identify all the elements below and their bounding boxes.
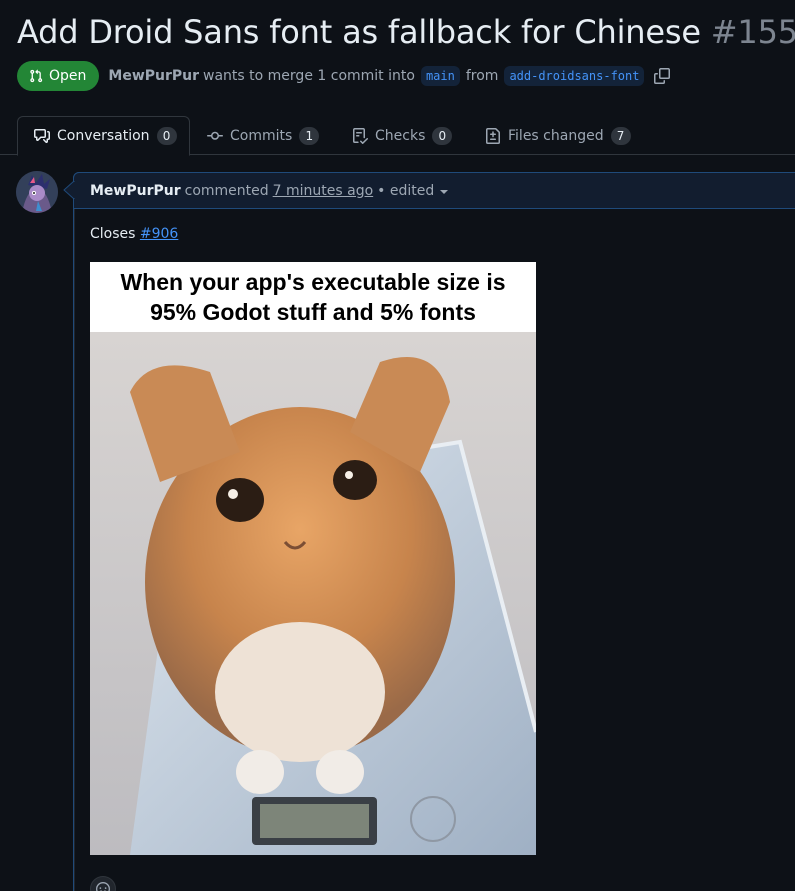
- smiley-icon: [96, 882, 110, 891]
- file-diff-icon: [486, 127, 500, 144]
- tab-files-changed[interactable]: Files changed 7: [485, 116, 631, 155]
- pr-title-text: Add Droid Sans font as fallback for Chin…: [17, 13, 701, 51]
- head-branch[interactable]: add-droidsans-font: [504, 66, 645, 86]
- pr-author-link[interactable]: MewPurPur: [108, 68, 199, 84]
- pr-meta: Open MewPurPur wants to merge 1 commit i…: [17, 61, 671, 91]
- tab-label: Commits: [230, 127, 293, 144]
- comment-discussion-icon: [34, 129, 50, 143]
- from-text: from: [465, 68, 499, 84]
- tab-counter: 0: [432, 126, 453, 145]
- issue-link[interactable]: #906: [140, 226, 178, 242]
- base-branch[interactable]: main: [420, 66, 460, 86]
- edited-indicator[interactable]: • edited: [377, 183, 434, 199]
- comment-pointer: [63, 181, 75, 199]
- pr-tabs: Conversation 0 Commits 1 Checks 0 Files …: [0, 116, 795, 156]
- tab-counter: 0: [156, 127, 177, 145]
- tab-label: Checks: [375, 127, 426, 144]
- tab-counter: 1: [299, 126, 320, 145]
- tab-label: Conversation: [57, 128, 150, 144]
- tab-counter: 7: [610, 126, 631, 145]
- kitten-on-scale-photo: [90, 332, 536, 855]
- pr-title: Add Droid Sans font as fallback for Chin…: [17, 13, 795, 51]
- meme-image[interactable]: When your app's executable size is 95% G…: [90, 262, 536, 855]
- meme-caption: When your app's executable size is 95% G…: [90, 262, 536, 332]
- avatar[interactable]: [16, 171, 58, 213]
- tab-checks[interactable]: Checks 0: [352, 116, 453, 155]
- comment-body-prefix: Closes: [90, 226, 136, 242]
- comment-author-link[interactable]: MewPurPur: [90, 183, 181, 199]
- comment-header: MewPurPur commented 7 minutes ago • edit…: [73, 172, 795, 209]
- checklist-icon: [353, 127, 368, 144]
- pr-number: #1559: [710, 13, 795, 51]
- status-badge-label: Open: [49, 68, 87, 84]
- comment-timestamp[interactable]: 7 minutes ago: [273, 183, 374, 199]
- status-badge: Open: [17, 61, 100, 91]
- comment-body: Closes #906: [90, 226, 178, 242]
- tab-conversation[interactable]: Conversation 0: [17, 116, 190, 156]
- git-pull-request-icon: [30, 69, 43, 83]
- tab-commits[interactable]: Commits 1: [207, 116, 320, 155]
- copy-icon[interactable]: [654, 68, 671, 84]
- merge-text: wants to merge 1 commit into: [203, 68, 415, 84]
- comment-action: commented: [184, 182, 269, 199]
- caret-down-icon[interactable]: [440, 188, 449, 196]
- commit-icon: [207, 131, 223, 140]
- meme-caption-line: 95% Godot stuff and 5% fonts: [150, 299, 476, 325]
- tab-label: Files changed: [508, 127, 604, 144]
- avatar-image: [16, 171, 58, 213]
- meme-caption-line: When your app's executable size is: [120, 269, 506, 295]
